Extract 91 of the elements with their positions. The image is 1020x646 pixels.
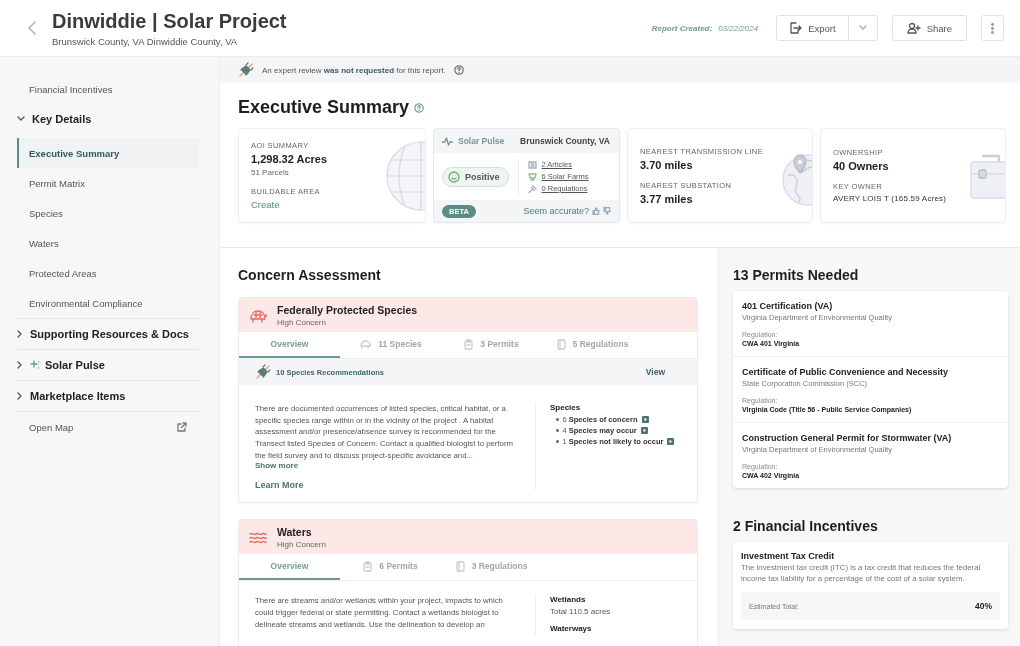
back-chevron-icon [28, 21, 36, 35]
help-icon [414, 102, 425, 113]
nav-item[interactable]: Waters [17, 228, 199, 258]
nav-group-label: Marketplace Items [30, 390, 126, 402]
open-map-label: Open Map [29, 421, 74, 433]
permit-name: Certificate of Public Convenience and Necessity [742, 367, 950, 377]
bullet-icon [556, 418, 559, 421]
report-created-date: 03/22/2024 [718, 23, 759, 33]
solar-pulse-title: Solar Pulse [458, 136, 505, 146]
bullet-icon [556, 429, 559, 432]
concern-level: High Concern [277, 540, 326, 550]
side-heading: Wetlands [550, 595, 587, 605]
feedback-prompt: Seem accurate? [523, 206, 589, 216]
nav-item[interactable]: Environmental Compliance [17, 288, 199, 318]
nav-group-header[interactable]: Supporting Resources & Docs [17, 319, 199, 349]
export-icon [789, 22, 803, 34]
chevron-right-icon [17, 330, 23, 338]
thumbs-down-button[interactable] [603, 207, 611, 215]
section-title: 2 Financial Incentives [733, 518, 879, 534]
acreage-value: 1,298.32 Acres [251, 153, 328, 165]
nav-item[interactable]: Species [17, 198, 199, 228]
clipboard-icon [464, 338, 474, 350]
thumbs-up-icon [592, 207, 600, 215]
nav-item[interactable]: Protected Areas [17, 258, 199, 288]
report-title: Dinwiddie | Solar Project [52, 9, 287, 33]
back-button[interactable] [26, 19, 38, 37]
section-title: 13 Permits Needed [733, 267, 860, 283]
bullet-icon [556, 440, 559, 443]
view-button[interactable]: View [639, 366, 671, 378]
document-icon [455, 560, 465, 572]
estimated-total-value: 40% [975, 601, 992, 612]
expand-icon [641, 416, 649, 423]
export-options-button[interactable] [848, 15, 878, 41]
thumbs-up-button[interactable] [592, 207, 600, 215]
chevron-down-icon [17, 116, 25, 122]
incentive-name: Investment Tax Credit [741, 551, 836, 561]
nav-group-label: Key Details [32, 113, 92, 125]
sentiment-badge: Positive [442, 166, 509, 187]
distance-value: 3.70 miles [640, 158, 694, 171]
more-options-button[interactable] [981, 15, 1004, 41]
side-value: Total 110.5 acres [550, 607, 612, 617]
section-title: Concern Assessment [238, 267, 382, 283]
sparkle-icon [30, 360, 40, 370]
external-link-icon [177, 422, 187, 432]
review-status-text: An expert review was not requested for this report. [262, 65, 446, 75]
pulse-icon [442, 136, 453, 146]
side-heading: Species [550, 403, 582, 412]
parcel-count: 51 Parcels [251, 168, 290, 177]
report-location: Brunswick County, VA Dinwiddie County, VA [52, 35, 239, 47]
chevron-down-icon [858, 25, 867, 31]
waves-icon [249, 530, 267, 545]
permit-name: Construction General Permit for Stormwater (VA) [742, 433, 953, 443]
open-map-link[interactable]: Open Map [17, 412, 199, 442]
document-icon [556, 338, 566, 350]
nav-item[interactable]: Executive Summary [17, 138, 199, 168]
key-owner-name: AVERY LOIS T (165.59 Acres) [833, 194, 947, 203]
share-button[interactable]: Share [891, 15, 967, 41]
concern-title: Waters [277, 526, 313, 539]
expand-icon [640, 427, 648, 434]
smile-icon [448, 170, 460, 183]
export-button[interactable]: Export [776, 15, 849, 41]
owner-count: 40 Owners [833, 160, 890, 172]
report-created-label: Report Created: [651, 23, 713, 33]
nav-group-header[interactable]: Solar Pulse [17, 350, 199, 380]
gavel-icon [527, 184, 537, 193]
chevron-right-icon [17, 361, 23, 369]
permit-name: 401 Certification (VA) [742, 301, 834, 311]
nav-group-label: Solar Pulse [45, 359, 105, 371]
learn-more-link[interactable]: Learn More [255, 480, 521, 491]
nav-group-header[interactable]: Marketplace Items [17, 381, 199, 411]
concern-level: High Concern [277, 318, 327, 327]
concern-title: Federally Protected Species [277, 304, 418, 316]
expand-icon [667, 438, 675, 445]
newspaper-icon [527, 160, 537, 169]
nav-item[interactable]: Permit Matrix [17, 168, 199, 198]
help-icon [453, 65, 464, 75]
solar-panel-icon [527, 172, 537, 181]
show-more-link[interactable]: Show more [255, 461, 521, 471]
nav-item[interactable]: Financial Incentives [17, 74, 199, 104]
nav-group-label: Supporting Resources & Docs [30, 328, 189, 340]
create-link[interactable]: Create [251, 199, 328, 210]
side-heading: Waterways [550, 624, 593, 634]
section-title: Executive Summary [238, 97, 410, 118]
distance-value: 3.77 miles [640, 192, 694, 205]
thumbs-down-icon [603, 207, 611, 215]
nav-group-header[interactable]: Key Details [17, 104, 199, 134]
chevron-right-icon [17, 392, 23, 400]
more-options-icon [991, 22, 994, 34]
add-person-icon [906, 22, 921, 34]
clipboard-icon [363, 560, 373, 572]
pulse-location: Brunswick County, VA [520, 136, 610, 146]
